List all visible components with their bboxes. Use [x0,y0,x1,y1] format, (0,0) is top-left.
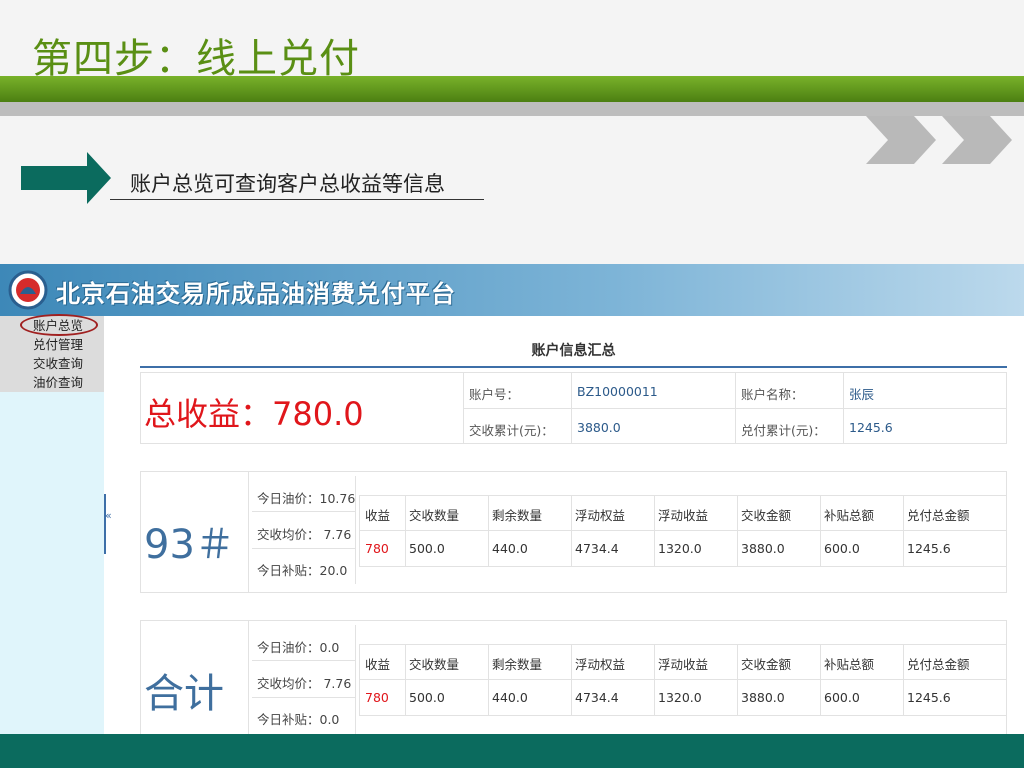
total-income: 总收益：780.0 [144,395,364,433]
column-header: 浮动收益 [658,508,709,523]
account-name-value: 张辰 [849,387,875,402]
column-header: 交收金额 [741,508,792,523]
column-header: 剩余数量 [492,657,543,672]
divider [252,697,355,698]
table-cell: 440.0 [492,690,528,705]
delivered-value: 3880.0 [577,420,621,435]
sidebar-item-payment[interactable]: 兑付管理 [33,337,83,353]
column-header: 收益 [365,508,391,523]
divider [737,644,738,716]
sidebar: 账户总览 兑付管理 交收查询 油价查询 [0,314,104,734]
arrow-right-icon [21,152,111,204]
chevron-right-icon [942,116,1012,164]
divider [737,495,738,567]
oil-price: 今日油价：10.76 [257,491,356,506]
header-bar [0,76,1024,102]
divider [252,548,355,549]
column-header: 浮动权益 [575,508,626,523]
table-cell: 1320.0 [658,541,702,556]
platform-logo-icon [8,270,48,310]
divider [488,644,489,716]
divider [355,625,356,734]
table-cell: 3880.0 [741,690,785,705]
subtitle-underline [110,199,484,200]
table-cell: 600.0 [824,541,860,556]
paid-value: 1245.6 [849,420,893,435]
slide-footer [0,734,1024,768]
oil-price: 今日油价：0.0 [257,640,340,655]
sidebar-item-delivery[interactable]: 交收查询 [33,356,83,372]
divider [820,644,821,716]
grade-label: 93＃ [144,522,235,568]
subsidy: 今日补贴：20.0 [257,563,348,578]
column-header: 交收数量 [409,657,460,672]
table-cell: 500.0 [409,690,445,705]
delivered-label: 交收累计(元)： [469,423,554,438]
account-no-value: BZ10000011 [577,384,658,399]
column-header: 浮动收益 [658,657,709,672]
grade-label: 合计 [144,671,224,717]
table-cell: 500.0 [409,541,445,556]
subsidy: 今日补贴：0.0 [257,712,340,727]
column-header: 剩余数量 [492,508,543,523]
column-header: 浮动权益 [575,657,626,672]
divider [903,644,904,716]
divider [248,471,249,593]
table-cell: 1245.6 [907,541,951,556]
column-header: 交收金额 [741,657,792,672]
table-cell: 600.0 [824,690,860,705]
divider [252,511,355,512]
table-cell: 4734.4 [575,690,619,705]
chevron-right-icon [866,116,936,164]
table-cell: 440.0 [492,541,528,556]
divider [359,679,1007,680]
divider [463,408,1007,409]
slide-subtitle: 账户总览可查询客户总收益等信息 [130,172,445,196]
sidebar-collapse-handle[interactable] [104,494,106,554]
sidebar-item-oil-price[interactable]: 油价查询 [33,375,83,391]
app-screenshot: 北京石油交易所成品油消费兑付平台 账户总览 兑付管理 交收查询 油价查询 « 账… [0,264,1024,734]
divider [820,495,821,567]
summary-title: 账户信息汇总 [531,343,616,359]
column-header: 兑付总金额 [907,657,970,672]
column-header: 交收数量 [409,508,460,523]
divider [405,644,406,716]
summary-rule [140,366,1007,368]
column-header: 补贴总额 [824,657,875,672]
avg-price: 交收均价： 7.76 [257,527,352,542]
divider [654,644,655,716]
divider [248,620,249,734]
table-cell: 780 [365,541,389,556]
divider [654,495,655,567]
column-header: 收益 [365,657,391,672]
divider [252,660,355,661]
app-banner: 北京石油交易所成品油消费兑付平台 [0,264,1024,316]
table-cell: 1245.6 [907,690,951,705]
column-header: 补贴总额 [824,508,875,523]
divider [571,495,572,567]
divider [359,530,1007,531]
paid-label: 兑付累计(元)： [741,423,826,438]
divider [903,495,904,567]
account-no-label: 账户号： [469,387,520,402]
table-cell: 3880.0 [741,541,785,556]
divider [405,495,406,567]
slide: 第四步：线上兑付 账户总览可查询客户总收益等信息 北京石油交易所成品油消费兑付平… [0,0,1024,768]
header-underbar [0,102,1024,116]
sidebar-item-overview[interactable]: 账户总览 [33,318,83,334]
table-cell: 1320.0 [658,690,702,705]
app-title: 北京石油交易所成品油消费兑付平台 [56,280,456,308]
table-cell: 780 [365,690,389,705]
sidebar-nav: 账户总览 兑付管理 交收查询 油价查询 [0,314,104,392]
divider [571,644,572,716]
avg-price: 交收均价： 7.76 [257,676,352,691]
divider [488,495,489,567]
collapse-icon[interactable]: « [105,509,112,522]
column-header: 兑付总金额 [907,508,970,523]
account-name-label: 账户名称： [741,387,804,402]
table-cell: 4734.4 [575,541,619,556]
